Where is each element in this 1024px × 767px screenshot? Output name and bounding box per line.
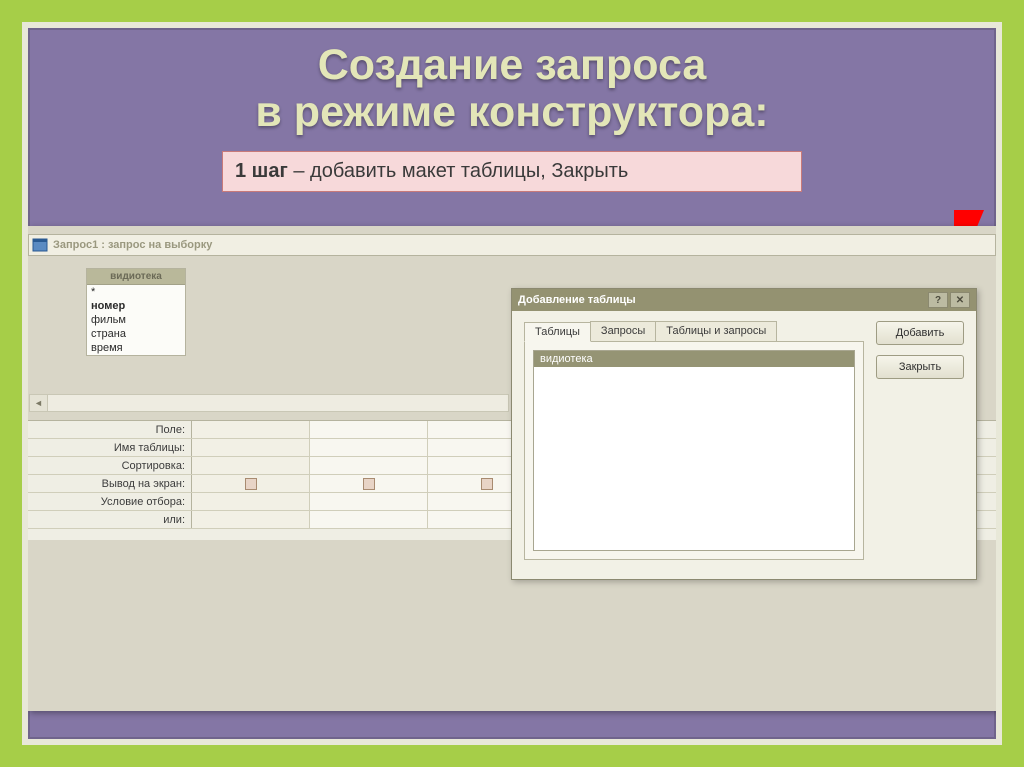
step-instruction: 1 шаг – добавить макет таблицы, Закрыть [222,151,802,192]
dialog-close-x-button[interactable]: ✕ [950,292,970,308]
grid-cell[interactable] [192,511,310,528]
slide-title: Создание запроса в режиме конструктора: [28,42,996,137]
dialog-titlebar[interactable]: Добавление таблицы ? ✕ [512,289,976,311]
field-item[interactable]: * [87,285,185,299]
add-table-dialog: Добавление таблицы ? ✕ Таблицы Запросы Т… [511,288,977,580]
grid-cell[interactable] [310,421,428,438]
tables-listbox[interactable]: видиотека [533,350,855,551]
grid-cell[interactable] [192,475,310,492]
grid-label-field: Поле: [28,421,192,438]
table-field-list[interactable]: * номер фильм страна время [87,285,185,355]
tab-queries[interactable]: Запросы [590,321,656,341]
query-window-title: Запрос1 : запрос на выборку [53,239,212,251]
scroll-left-icon[interactable]: ◄ [30,395,48,411]
horizontal-scrollbar[interactable]: ◄ [29,394,509,412]
close-button[interactable]: Закрыть [876,355,964,379]
grid-label-criteria: Условие отбора: [28,493,192,510]
slide-outer-frame: Создание запроса в режиме конструктора: … [0,0,1024,767]
grid-cell[interactable] [310,475,428,492]
query-window-icon [31,237,49,253]
grid-label-or: или: [28,511,192,528]
grid-cell[interactable] [310,511,428,528]
slide-inner-frame: Создание запроса в режиме конструктора: … [22,22,1002,745]
step-number: 1 шаг [235,160,288,182]
dialog-title-text: Добавление таблицы [518,294,636,306]
grid-cell[interactable] [192,439,310,456]
list-item[interactable]: видиотека [534,351,854,367]
title-line-2: в режиме конструктора: [255,88,768,136]
grid-cell[interactable] [192,493,310,510]
grid-label-sort: Сортировка: [28,457,192,474]
title-line-1: Создание запроса [318,41,707,89]
field-item[interactable]: страна [87,327,185,341]
dialog-tabs: Таблицы Запросы Таблицы и запросы [524,321,864,342]
grid-label-show: Вывод на экран: [28,475,192,492]
query-window-titlebar: Запрос1 : запрос на выборку [28,234,996,256]
tab-tables[interactable]: Таблицы [524,322,591,342]
table-field-list-header: видиотека [87,269,185,285]
grid-cell[interactable] [310,439,428,456]
grid-cell[interactable] [192,421,310,438]
tab-content: видиотека [524,342,864,560]
grid-label-table: Имя таблицы: [28,439,192,456]
dialog-help-button[interactable]: ? [928,292,948,308]
table-field-list-panel: видиотека * номер фильм страна время [86,268,186,356]
app-screenshot: Запрос1 : запрос на выборку видиотека * … [28,226,996,711]
show-checkbox[interactable] [363,478,375,490]
add-button[interactable]: Добавить [876,321,964,345]
field-item[interactable]: фильм [87,313,185,327]
grid-cell[interactable] [310,493,428,510]
grid-cell[interactable] [310,457,428,474]
show-checkbox[interactable] [481,478,493,490]
step-text: – добавить макет таблицы, Закрыть [288,160,629,182]
show-checkbox[interactable] [245,478,257,490]
grid-cell[interactable] [192,457,310,474]
tab-both[interactable]: Таблицы и запросы [655,321,777,341]
field-item[interactable]: время [87,341,185,355]
field-item[interactable]: номер [87,299,185,313]
